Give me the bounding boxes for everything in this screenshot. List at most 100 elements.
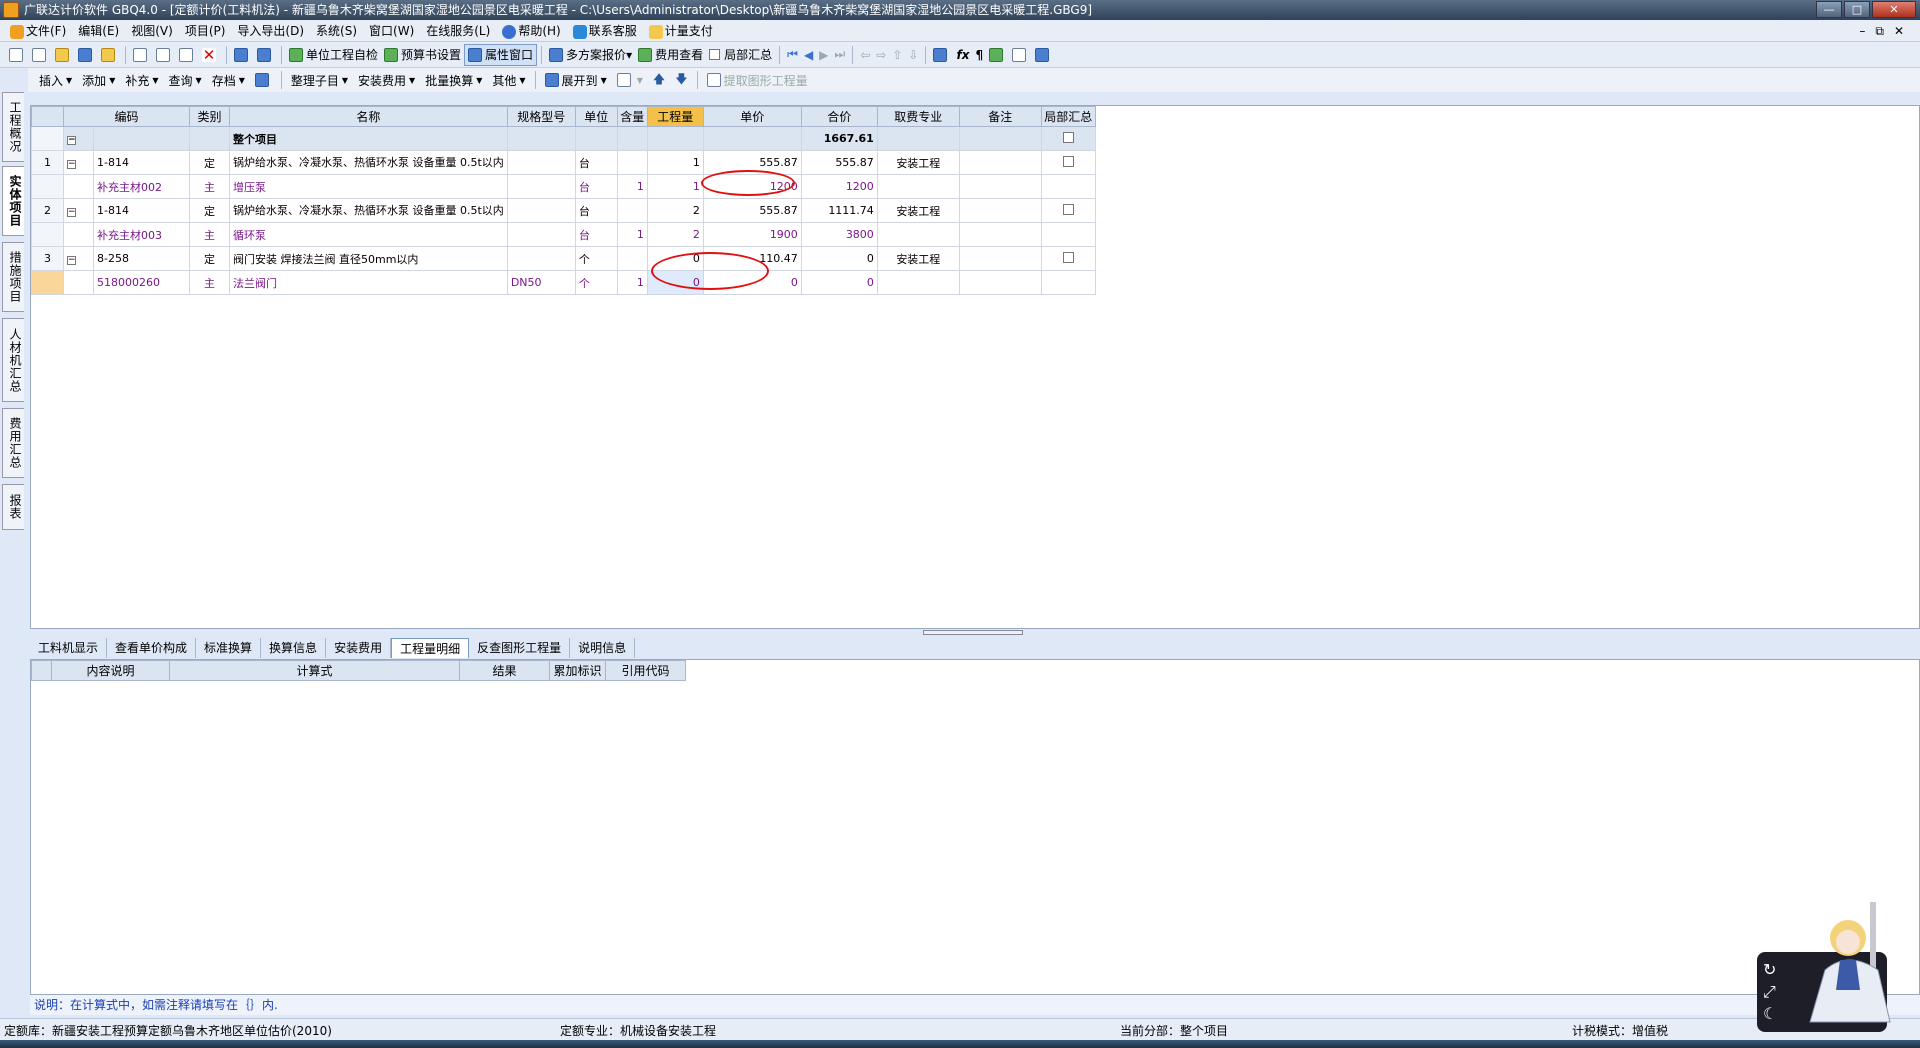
save-button[interactable] <box>75 44 98 66</box>
open-button[interactable] <box>52 44 75 66</box>
calculator-button[interactable] <box>930 44 953 66</box>
move-down-row-button[interactable]: 🡇 <box>670 69 692 91</box>
unit-cell[interactable]: 台 <box>574 150 618 175</box>
menu-project[interactable]: 项目(P) <box>179 22 232 39</box>
tab-quantity-detail[interactable]: 工程量明细 <box>391 638 470 658</box>
spec-cell[interactable] <box>506 246 576 271</box>
new-button[interactable] <box>6 44 29 66</box>
formula-button[interactable]: fx <box>953 44 972 66</box>
fee-cell[interactable] <box>876 270 960 295</box>
content-cell[interactable] <box>616 198 648 223</box>
minimize-button[interactable]: — <box>1816 1 1842 18</box>
spec-cell[interactable] <box>506 198 576 223</box>
partial-checkbox[interactable] <box>1040 150 1096 175</box>
tab-project-overview[interactable]: 工程概况 <box>2 92 24 162</box>
fee-cell[interactable] <box>876 174 960 199</box>
code-cell[interactable]: 补充主材002 <box>93 174 190 199</box>
menu-file[interactable]: 文件(F) <box>4 22 72 39</box>
refresh-icon[interactable]: ↻ <box>1763 960 1776 979</box>
spec-cell[interactable] <box>506 150 576 175</box>
unit-cell[interactable]: 个 <box>574 246 618 271</box>
tab-standard-conversion[interactable]: 标准换算 <box>196 638 262 658</box>
fee-cell[interactable]: 安装工程 <box>876 246 960 271</box>
col-unit[interactable]: 单位 <box>574 106 618 127</box>
qty-cell[interactable]: 2 <box>646 198 704 223</box>
archive-button[interactable]: 存档 ▼ <box>207 69 250 91</box>
name-cell[interactable]: 锅炉给水泵、冷凝水泵、热循环水泵 设备重量 0.5t以内 <box>229 198 508 223</box>
insert-button[interactable]: 插入 ▼ <box>34 69 77 91</box>
move-left-button[interactable]: ⇦ <box>857 44 873 66</box>
redo-button[interactable] <box>254 44 277 66</box>
undo-button[interactable] <box>231 44 254 66</box>
organize-items-button[interactable]: 整理子目 ▼ <box>286 69 353 91</box>
supplement-button[interactable]: 补充 ▼ <box>120 69 163 91</box>
code-cell[interactable]: 补充主材003 <box>93 222 190 247</box>
remark-cell[interactable] <box>958 270 1042 295</box>
tab-labor-material-display[interactable]: 工料机显示 <box>30 638 108 658</box>
detail-col-result[interactable]: 结果 <box>459 660 550 681</box>
menu-online-service[interactable]: 在线服务(L) <box>420 22 496 39</box>
content-cell[interactable]: 1 <box>616 222 648 247</box>
col-quantity[interactable]: 工程量 <box>646 106 704 127</box>
tab-entity-items[interactable]: 实体项目 <box>2 166 24 236</box>
partial-checkbox[interactable] <box>1040 198 1096 223</box>
menu-contact[interactable]: 联系客服 <box>567 22 643 39</box>
first-button[interactable]: ⏮ <box>784 44 801 66</box>
maximize-button[interactable]: □ <box>1844 1 1870 18</box>
col-total[interactable]: 合价 <box>800 106 878 127</box>
move-up-button[interactable]: ⇧ <box>889 44 905 66</box>
mdi-controls[interactable]: –⧉✕ <box>1859 24 1914 39</box>
code-cell[interactable]: 8-258 <box>93 246 190 271</box>
menu-view[interactable]: 视图(V) <box>125 22 179 39</box>
type-cell[interactable]: 定 <box>189 198 230 223</box>
save-all-button[interactable] <box>98 44 121 66</box>
budget-settings-button[interactable]: 预算书设置 <box>381 44 464 66</box>
table-row[interactable]: 补充主材003 主 循环泵 台 1 2 1900 3800 <box>31 222 1096 247</box>
unit-cell[interactable]: 个 <box>574 270 618 295</box>
expand-icon[interactable]: ⤢ <box>1763 982 1776 1002</box>
partial-checkbox[interactable] <box>1040 246 1096 271</box>
unit-cell[interactable]: 台 <box>574 222 618 247</box>
menu-window[interactable]: 窗口(W) <box>363 22 420 39</box>
tree-toggle[interactable]: − <box>63 150 94 175</box>
code-cell[interactable]: 1-814 <box>93 150 190 175</box>
panel-splitter[interactable] <box>30 629 1920 637</box>
remark-cell[interactable] <box>958 174 1042 199</box>
install-fee-button[interactable]: 安装费用 ▼ <box>353 69 420 91</box>
expand-to-button[interactable]: 展开到 ▼ <box>540 69 612 91</box>
col-code[interactable]: 编码 <box>63 106 190 127</box>
name-cell[interactable]: 法兰阀门 <box>229 270 508 295</box>
paste-button[interactable] <box>176 44 199 66</box>
cut-button[interactable] <box>130 44 153 66</box>
qty-cell[interactable]: 2 <box>646 222 704 247</box>
type-cell[interactable]: 定 <box>189 150 230 175</box>
table-row-selected[interactable]: 518000260 主 法兰阀门 DN50 个 1 0 0 0 <box>31 270 1096 295</box>
table-row[interactable]: 1 − 1-814 定 锅炉给水泵、冷凝水泵、热循环水泵 设备重量 0.5t以内… <box>31 150 1096 175</box>
content-cell[interactable] <box>616 150 648 175</box>
qty-cell[interactable]: 1 <box>646 174 704 199</box>
menu-system[interactable]: 系统(S) <box>310 22 363 39</box>
add-button[interactable]: 添加 ▼ <box>77 69 120 91</box>
move-up-row-button[interactable]: 🡅 <box>648 69 670 91</box>
self-check-button[interactable]: 单位工程自检 <box>286 44 381 66</box>
tree-toggle[interactable]: − <box>63 246 94 271</box>
remark-cell[interactable] <box>958 246 1042 271</box>
name-cell[interactable]: 增压泵 <box>229 174 508 199</box>
table-button[interactable] <box>1032 44 1055 66</box>
content-cell[interactable]: 1 <box>616 174 648 199</box>
type-cell[interactable]: 主 <box>189 270 230 295</box>
copy-button[interactable] <box>153 44 176 66</box>
col-partial-summary[interactable]: 局部汇总 <box>1040 106 1096 127</box>
print-button[interactable] <box>1009 44 1032 66</box>
type-cell[interactable]: 主 <box>189 222 230 247</box>
code-cell[interactable]: 518000260 <box>93 270 190 295</box>
spec-cell[interactable] <box>506 222 576 247</box>
moon-icon[interactable]: ☾ <box>1763 1004 1777 1023</box>
paragraph-button[interactable]: ¶ <box>972 44 986 66</box>
menu-edit[interactable]: 编辑(E) <box>72 22 125 39</box>
binoculars-button[interactable] <box>250 69 277 91</box>
content-cell[interactable]: 1 <box>616 270 648 295</box>
tab-fee-summary[interactable]: 费用汇总 <box>2 408 24 478</box>
fee-cell[interactable]: 安装工程 <box>876 150 960 175</box>
type-cell[interactable]: 主 <box>189 174 230 199</box>
